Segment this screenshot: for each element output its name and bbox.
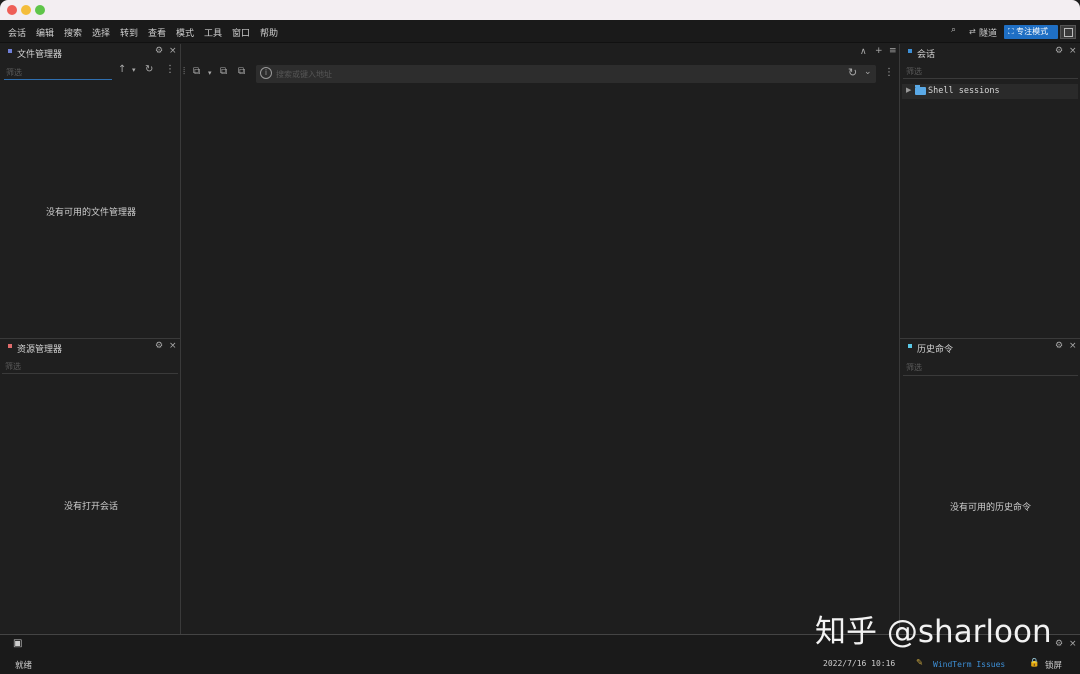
history-header: 历史命令 ⚙ × [900,339,1080,356]
history-title: 历史命令 [917,345,954,355]
focus-mode-button[interactable]: ⛶ 专注模式 [1004,25,1058,39]
layout-toggle-button[interactable] [1060,25,1076,39]
collapse-icon[interactable]: ∧ [860,47,867,57]
up-arrow-icon[interactable]: ↑ [118,64,126,75]
menu-help[interactable]: 帮助 [260,26,278,39]
sessions-filter-underline [903,78,1078,79]
history-empty-message: 没有可用的历史命令 [950,503,1032,513]
zoom-window-button[interactable] [35,5,45,15]
reload-icon[interactable]: ↻ [848,66,857,79]
file-manager-filter-underline [4,79,112,80]
close-icon[interactable]: × [169,341,177,351]
history-filter-underline [903,375,1078,376]
history-filter-input[interactable]: 筛选 [906,362,922,373]
sessions-filter-input[interactable]: 筛选 [906,66,922,77]
tree-item-label: Shell sessions [928,86,1000,96]
open-session-icon[interactable]: ⧉ [238,66,245,77]
sessions-title: 会话 [917,50,936,60]
chevron-down-icon[interactable]: ▾ [132,66,136,74]
lock-screen-button[interactable]: 锁屏 [1045,659,1062,671]
menu-icon[interactable]: ≡ [889,46,897,56]
resource-manager-dot-icon [8,344,12,348]
tree-item-shell-sessions[interactable]: ▶ Shell sessions [902,84,1078,99]
close-icon[interactable]: × [169,46,177,56]
file-manager-empty-message: 没有可用的文件管理器 [46,208,137,218]
status-datetime: 2022/7/16 10:16 [823,659,896,668]
more-icon[interactable]: ⋮ [165,64,175,75]
resource-manager-empty-message: 没有打开会话 [64,502,119,512]
menu-tools[interactable]: 工具 [204,26,222,39]
duplicate-session-icon[interactable]: ⧉ [220,66,227,77]
file-manager-panel: 文件管理器 ⚙ × 筛选 ↑ ▾ ↻ ⋮ 没有可用的文件管理器 [0,44,180,338]
menu-bar: 会话 编辑 搜索 选择 转到 查看 模式 工具 窗口 帮助 ⌕ ⇄ 隧道 [0,20,1080,43]
menu-search[interactable]: 搜索 [64,26,82,39]
add-tab-icon[interactable]: + [875,46,883,56]
terminal-area: ∧ + ≡ [181,44,899,634]
menu-session[interactable]: 会话 [8,26,26,39]
chevron-down-icon[interactable]: ▾ [208,69,212,77]
menu-view[interactable]: 查看 [148,26,166,39]
close-window-button[interactable] [7,5,17,15]
gear-icon[interactable]: ⚙ [155,341,163,351]
tunnel-icon: ⇄ [969,27,976,36]
focus-icon: ⛶ [1008,27,1017,36]
focus-mode-label: 专注模式 [1016,27,1049,36]
status-state: 就绪 [15,661,33,671]
windterm-issues-link[interactable]: WindTerm Issues [933,660,1005,669]
title-bar [0,0,1080,20]
minimize-window-button[interactable] [21,5,31,15]
drag-handle-icon[interactable]: ⦙ [183,66,185,77]
history-panel: 历史命令 ⚙ × 筛选 没有可用的历史命令 [900,339,1080,633]
gear-icon[interactable]: ⚙ [1055,639,1063,649]
bug-icon: ✎ [916,658,924,668]
history-dot-icon [908,344,912,348]
file-manager-dot-icon [8,49,12,53]
file-manager-filter-input[interactable]: 筛选 [6,67,22,78]
gear-icon[interactable]: ⚙ [1055,46,1063,56]
info-icon: i [260,67,272,79]
search-icon[interactable]: ⌕ [951,25,956,35]
close-icon[interactable]: × [1069,46,1077,56]
resource-manager-title: 资源管理器 [17,345,63,355]
address-bar[interactable]: i 搜索或键入地址 ↻ ⌄ [256,65,876,83]
watermark: 知乎 @sharloon [815,614,1052,650]
menu-mode[interactable]: 模式 [176,26,194,39]
menu-window[interactable]: 窗口 [232,26,250,39]
gear-icon[interactable]: ⚙ [155,46,163,56]
gear-icon[interactable]: ⚙ [1055,341,1063,351]
sessions-dot-icon [908,49,912,53]
address-input[interactable]: 搜索或键入地址 [276,69,332,80]
refresh-icon[interactable]: ↻ [145,64,153,75]
tunnel-button[interactable]: 隧道 [979,26,997,39]
resource-manager-panel: 资源管理器 ⚙ × 筛选 没有打开会话 [0,339,180,633]
terminal-icon[interactable]: ▣ [13,638,22,649]
lock-icon: 🔒 [1029,658,1040,668]
menu-goto[interactable]: 转到 [120,26,138,39]
new-session-icon[interactable]: ⧉ [193,66,200,77]
chevron-down-icon[interactable]: ⌄ [864,67,872,77]
close-icon[interactable]: × [1069,341,1077,351]
resource-manager-filter-input[interactable]: 筛选 [5,361,21,372]
file-manager-title: 文件管理器 [17,50,63,60]
chevron-right-icon[interactable]: ▶ [906,86,911,94]
file-manager-header: 文件管理器 ⚙ × [0,44,180,61]
more-icon[interactable]: ⋮ [884,67,894,78]
close-icon[interactable]: × [1069,639,1077,649]
sessions-header: 会话 ⚙ × [900,44,1080,61]
resource-manager-header: 资源管理器 ⚙ × [0,339,180,356]
folder-icon [915,85,926,95]
menu-edit[interactable]: 编辑 [36,26,54,39]
menu-select[interactable]: 选择 [92,26,110,39]
resource-manager-filter-underline [2,373,178,374]
